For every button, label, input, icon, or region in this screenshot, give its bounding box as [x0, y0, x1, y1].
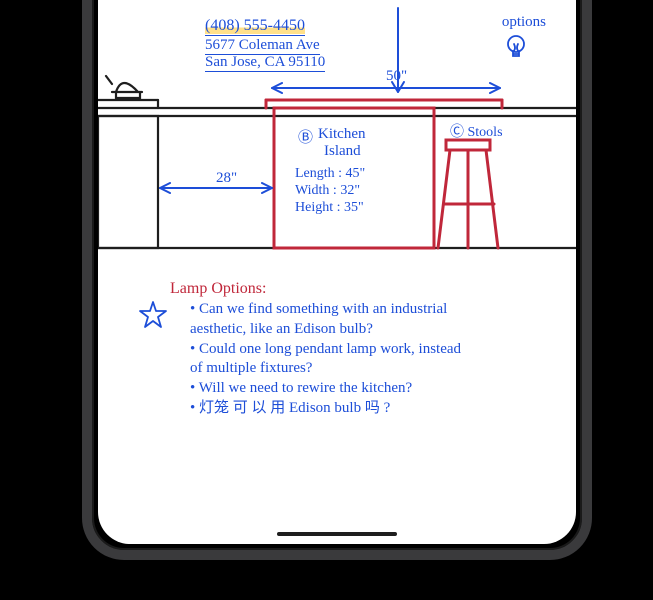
bullet-line: • Could one long pendant lamp work, inst… — [190, 340, 550, 359]
address-line-1: 5677 Coleman Ave — [205, 37, 320, 55]
bullet-line: • Will we need to rewire the kitchen? — [190, 379, 550, 398]
ipad-screen[interactable]: (408) 555-4450 5677 Coleman Ave San Jose… — [98, 0, 576, 544]
stools-label: Ⓒ Stools — [450, 121, 503, 141]
island-marker: Ⓑ — [298, 126, 313, 147]
note-canvas[interactable]: (408) 555-4450 5677 Coleman Ave San Jose… — [98, 0, 576, 544]
bullet-line: • 灯笼 可 以 用 Edison bulb 吗 ? — [190, 399, 550, 418]
measurement-28: 28" — [216, 170, 237, 187]
lamp-options-label: options — [502, 14, 546, 31]
bullet-line: • Can we find something with an industri… — [190, 300, 550, 319]
star-icon — [138, 300, 168, 330]
home-indicator[interactable] — [277, 532, 397, 536]
measurement-50: 50" — [386, 68, 407, 85]
address-line-2: San Jose, CA 95110 — [205, 54, 325, 72]
phone-number: (408) 555-4450 — [205, 17, 305, 36]
bullet-line: aesthetic, like an Edison bulb? — [190, 320, 550, 339]
ipad-frame: (408) 555-4450 5677 Coleman Ave San Jose… — [82, 0, 592, 560]
bullet-list: • Can we find something with an industri… — [190, 300, 550, 419]
section-title: Lamp Options: — [170, 280, 266, 298]
bullet-line: of multiple fixtures? — [190, 359, 550, 378]
island-label: Kitchen Island — [318, 126, 365, 159]
island-dimensions: Length : 45" Width : 32" Height : 35" — [295, 166, 365, 216]
lightbulb-icon — [504, 34, 528, 64]
